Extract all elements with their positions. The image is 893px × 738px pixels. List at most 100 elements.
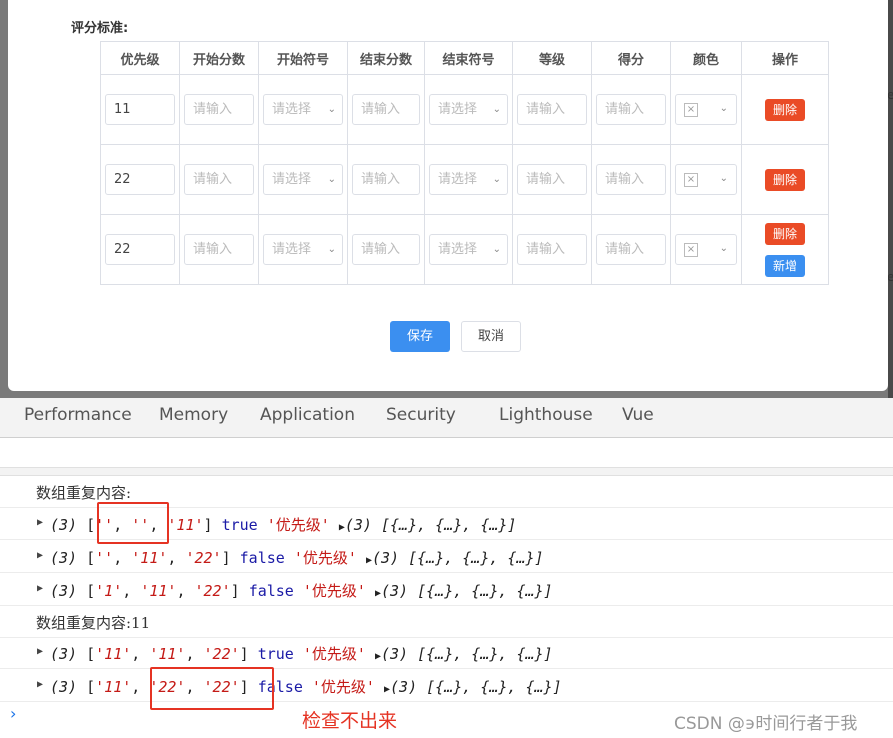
score-input[interactable]: 请输入 <box>596 164 666 195</box>
object-array[interactable]: (3) [{…}, {…}, {…}] <box>381 582 553 600</box>
console-log-line[interactable]: ▶ (3) ['11', '22', '22'] false '优先级' ▶(3… <box>0 670 893 702</box>
level-input[interactable]: 请输入 <box>517 164 587 195</box>
score-input[interactable]: 请输入 <box>596 234 666 265</box>
array-item: '22' <box>203 645 240 663</box>
field-string: '优先级' <box>302 645 366 663</box>
tab-memory[interactable]: Memory <box>159 405 228 425</box>
color-picker[interactable]: × ⌄ <box>675 164 737 195</box>
column-header: 开始分数 <box>179 41 259 75</box>
console-array-output: (3) ['11', '11', '22'] true '优先级' ▶(3) [… <box>50 645 553 663</box>
column-header: 优先级 <box>100 41 180 75</box>
level-input[interactable]: 请输入 <box>517 234 587 265</box>
column-header: 开始符号 <box>258 41 348 75</box>
select-placeholder: 请选择 <box>272 172 312 187</box>
chevron-down-icon: ⌄ <box>719 173 728 184</box>
field-string: '优先级' <box>266 516 330 534</box>
start-symbol-select[interactable]: 请选择 ⌄ <box>263 94 343 125</box>
chevron-down-icon: ⌄ <box>327 244 336 255</box>
start-symbol-select[interactable]: 请选择 ⌄ <box>263 234 343 265</box>
color-picker[interactable]: × ⌄ <box>675 234 737 265</box>
column-header: 得分 <box>591 41 671 75</box>
tab-vue[interactable]: Vue <box>622 405 654 425</box>
table-row: 22 请输入 请选择 ⌄ 请输入 请选择 ⌄ 请输入 请输入 × ⌄ 删除 新增 <box>100 214 829 285</box>
delete-button[interactable]: 删除 <box>764 168 805 191</box>
empty-color-icon: × <box>684 243 698 257</box>
select-placeholder: 请选择 <box>438 172 478 187</box>
select-placeholder: 请选择 <box>272 242 312 257</box>
end-symbol-select[interactable]: 请选择 ⌄ <box>429 234 508 265</box>
delete-button[interactable]: 删除 <box>764 222 805 245</box>
tab-performance[interactable]: Performance <box>24 405 132 425</box>
start-score-input[interactable]: 请输入 <box>184 234 254 265</box>
tab-security[interactable]: Security <box>386 405 456 425</box>
priority-input[interactable]: 22 <box>105 234 175 265</box>
array-item: '11' <box>95 645 132 663</box>
color-picker[interactable]: × ⌄ <box>675 94 737 125</box>
expand-triangle-icon[interactable]: ▶ <box>37 646 43 657</box>
save-button[interactable]: 保存 <box>390 321 450 352</box>
devtools-tab-bar: Performance Memory Application Security … <box>0 398 893 438</box>
expand-triangle-icon[interactable]: ▶ <box>37 550 43 561</box>
console-log-line[interactable]: ▶ (3) ['1', '11', '22'] false '优先级' ▶(3)… <box>0 574 893 606</box>
priority-input[interactable]: 22 <box>105 164 175 195</box>
field-string: '优先级' <box>293 549 357 567</box>
array-count: (3) <box>50 516 78 534</box>
chevron-down-icon: ⌄ <box>492 244 501 255</box>
console-log-line[interactable]: ▶ (3) ['', '11', '22'] false '优先级' ▶(3) … <box>0 541 893 573</box>
cancel-button[interactable]: 取消 <box>461 321 521 352</box>
select-placeholder: 请选择 <box>438 102 478 117</box>
array-item: '11' <box>167 516 204 534</box>
section-title: 评分标准: <box>71 21 129 36</box>
object-array[interactable]: (3) [{…}, {…}, {…}] <box>381 645 553 663</box>
array-item: '11' <box>95 678 132 696</box>
delete-button[interactable]: 删除 <box>764 98 805 121</box>
console-log-line: 数组重复内容:11 <box>0 606 893 638</box>
select-placeholder: 请选择 <box>272 102 312 117</box>
column-header: 等级 <box>512 41 592 75</box>
add-row-button[interactable]: 新增 <box>764 254 805 277</box>
console-filter-bar[interactable] <box>0 439 893 468</box>
highlight-box <box>97 502 169 544</box>
console-array-output: (3) ['1', '11', '22'] false '优先级' ▶(3) [… <box>50 582 553 600</box>
chevron-down-icon: ⌄ <box>719 243 728 254</box>
end-symbol-select[interactable]: 请选择 ⌄ <box>429 164 508 195</box>
array-item: '11' <box>131 549 168 567</box>
annotation-text: 检查不出来 <box>302 710 398 732</box>
tab-application[interactable]: Application <box>260 405 355 425</box>
background-page-edge <box>888 0 893 398</box>
array-item: '11' <box>149 645 186 663</box>
column-header: 操作 <box>741 41 829 75</box>
chevron-down-icon: ⌄ <box>719 103 728 114</box>
boolean-value: true <box>221 516 258 534</box>
array-item: '22' <box>185 549 222 567</box>
end-score-input[interactable]: 请输入 <box>352 164 420 195</box>
console-prompt-icon[interactable]: › <box>10 704 16 723</box>
priority-input[interactable]: 11 <box>105 94 175 125</box>
expand-triangle-icon[interactable]: ▶ <box>37 583 43 594</box>
table-row: 22 请输入 请选择 ⌄ 请输入 请选择 ⌄ 请输入 请输入 × ⌄ 删除 <box>100 144 829 215</box>
empty-color-icon: × <box>684 173 698 187</box>
array-item: '11' <box>140 582 177 600</box>
score-input[interactable]: 请输入 <box>596 94 666 125</box>
console-log-line[interactable]: ▶ (3) ['11', '11', '22'] true '优先级' ▶(3)… <box>0 637 893 669</box>
object-array[interactable]: (3) [{…}, {…}, {…}] <box>390 678 562 696</box>
start-score-input[interactable]: 请输入 <box>184 164 254 195</box>
select-placeholder: 请选择 <box>438 242 478 257</box>
array-item: '22' <box>194 582 231 600</box>
expand-triangle-icon[interactable]: ▶ <box>37 517 43 528</box>
level-input[interactable]: 请输入 <box>517 94 587 125</box>
start-symbol-select[interactable]: 请选择 ⌄ <box>263 164 343 195</box>
object-array[interactable]: (3) [{…}, {…}, {…}] <box>345 516 517 534</box>
end-score-input[interactable]: 请输入 <box>352 234 420 265</box>
array-count: (3) <box>50 678 78 696</box>
object-array[interactable]: (3) [{…}, {…}, {…}] <box>372 549 544 567</box>
highlight-box <box>150 667 274 710</box>
start-score-input[interactable]: 请输入 <box>184 94 254 125</box>
expand-triangle-icon[interactable]: ▶ <box>37 679 43 690</box>
array-count: (3) <box>50 645 78 663</box>
console-divider <box>0 468 893 476</box>
tab-lighthouse[interactable]: Lighthouse <box>499 405 593 425</box>
end-score-input[interactable]: 请输入 <box>352 94 420 125</box>
column-header: 结束符号 <box>424 41 513 75</box>
end-symbol-select[interactable]: 请选择 ⌄ <box>429 94 508 125</box>
